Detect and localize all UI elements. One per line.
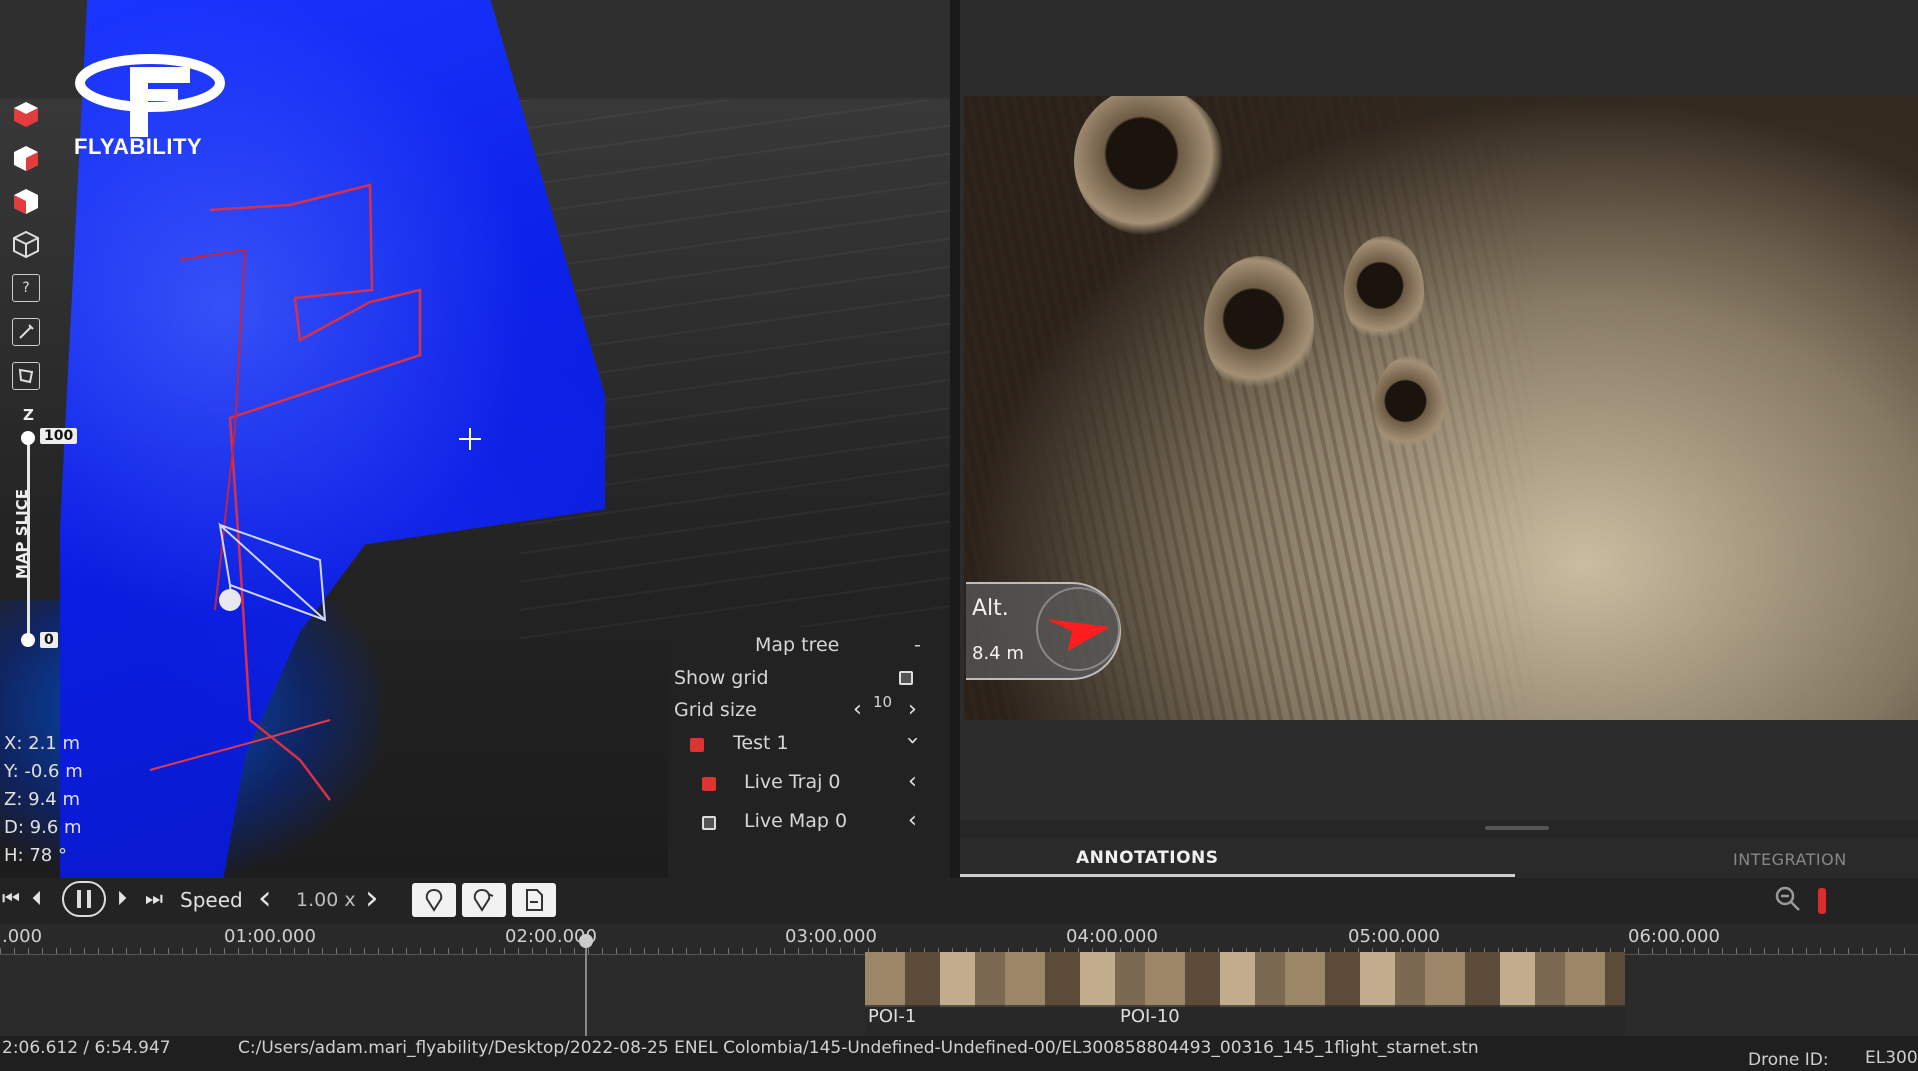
coord-y: Y: -0.6 m bbox=[4, 761, 83, 782]
map-3d-viewport[interactable]: FLYABILITY ? Z 100 0 MAP SLICE X: 2.1 m … bbox=[0, 0, 950, 878]
map-slice-bottom-handle[interactable] bbox=[21, 633, 35, 647]
coord-x: X: 2.1 m bbox=[4, 733, 80, 754]
altitude-label: Alt. bbox=[972, 596, 1009, 621]
playhead-line[interactable] bbox=[585, 936, 587, 1036]
show-grid-row: Show grid bbox=[668, 667, 950, 697]
coord-z: Z: 9.4 m bbox=[4, 789, 80, 810]
altitude-value: 8.4 m bbox=[972, 643, 1024, 664]
map-slice-label: MAP SLICE bbox=[13, 489, 31, 579]
video-thumbnail-strip[interactable] bbox=[865, 952, 1625, 1007]
tick-label-0: .000 bbox=[2, 926, 43, 947]
map-tree-collapse-button[interactable]: - bbox=[914, 634, 921, 656]
map-slice-bottom-value[interactable]: 0 bbox=[40, 632, 58, 648]
tab-annotations[interactable]: ANNOTATIONS bbox=[1076, 848, 1219, 868]
map-tree-title: Map tree bbox=[755, 634, 840, 656]
camera-feature bbox=[1204, 256, 1314, 396]
skip-to-end-icon[interactable]: ⏭ bbox=[145, 886, 163, 910]
grid-size-value: 10 bbox=[873, 693, 893, 711]
poi-track bbox=[865, 1005, 1625, 1035]
step-back-icon[interactable]: ⏴ bbox=[32, 886, 42, 910]
tab-integration[interactable]: INTEGRATION bbox=[1733, 850, 1847, 869]
coord-h: H: 78 ° bbox=[4, 845, 67, 866]
step-forward-icon[interactable]: ⏵ bbox=[117, 886, 127, 910]
logo-text: FLYABILITY bbox=[74, 134, 203, 159]
tree-item-label: Live Map 0 bbox=[744, 810, 848, 832]
speed-label: Speed bbox=[180, 888, 243, 912]
tree-item-visibility-checkbox[interactable] bbox=[702, 816, 716, 830]
pause-button[interactable] bbox=[62, 881, 106, 922]
area-measure-icon[interactable] bbox=[10, 360, 42, 392]
speed-value: 1.00 x bbox=[296, 889, 356, 911]
map-tree-panel: Map tree - Show grid Grid size ‹ 10 › Te… bbox=[668, 627, 950, 878]
grid-size-decrease-icon[interactable]: ‹ bbox=[853, 697, 862, 722]
playhead-handle[interactable] bbox=[579, 934, 593, 948]
view-cube-front-icon[interactable] bbox=[10, 98, 42, 130]
map-slice-top-value[interactable]: 100 bbox=[40, 428, 78, 444]
view-cube-iso-icon[interactable] bbox=[10, 228, 42, 260]
tree-item-label: Test 1 bbox=[733, 732, 789, 754]
chevron-down-icon[interactable]: › bbox=[900, 736, 925, 745]
playback-bar bbox=[0, 878, 1918, 924]
tick-label-1: 01:00.000 bbox=[224, 926, 316, 947]
tree-item-label: Live Traj 0 bbox=[744, 771, 841, 793]
time-readout: 2:06.612 / 6:54.947 bbox=[2, 1038, 171, 1058]
drone-id-label: Drone ID: bbox=[1748, 1050, 1829, 1070]
tree-item-color-swatch[interactable] bbox=[702, 777, 716, 791]
file-path: C:/Users/adam.mari_flyability/Desktop/20… bbox=[238, 1038, 1479, 1058]
add-multi-poi-icon[interactable] bbox=[462, 883, 506, 917]
skip-to-start-icon[interactable]: ⏮ bbox=[2, 886, 20, 910]
compass-icon bbox=[1036, 587, 1120, 671]
drone-id-value: EL300 bbox=[1865, 1048, 1918, 1068]
slice-axis-label: Z bbox=[23, 406, 34, 424]
chevron-left-icon[interactable]: ‹ bbox=[908, 808, 917, 833]
tree-item-live-map[interactable]: Live Map 0 ‹ bbox=[668, 808, 950, 840]
camera-feature bbox=[1344, 236, 1424, 346]
add-poi-icon[interactable] bbox=[412, 883, 456, 917]
show-grid-label: Show grid bbox=[674, 667, 769, 689]
map-tree-header[interactable]: Map tree - bbox=[668, 634, 950, 664]
view-cube-side-icon[interactable] bbox=[10, 142, 42, 174]
camera-feature bbox=[1374, 356, 1444, 456]
speed-decrease-icon[interactable]: ‹ bbox=[258, 878, 272, 918]
measure-pencil-icon[interactable] bbox=[10, 316, 42, 348]
map-slice-top-handle[interactable] bbox=[21, 431, 35, 445]
tick-label-4: 04:00.000 bbox=[1066, 926, 1158, 947]
tick-label-5: 05:00.000 bbox=[1348, 926, 1440, 947]
show-grid-checkbox[interactable] bbox=[899, 671, 913, 685]
zoom-out-icon[interactable] bbox=[1774, 885, 1802, 919]
coordinate-readout: X: 2.1 m Y: -0.6 m Z: 9.4 m D: 9.6 m H: … bbox=[4, 730, 83, 870]
poi-marker-10[interactable]: POI-10 bbox=[1120, 1006, 1180, 1027]
tree-item-test-1[interactable]: Test 1 › bbox=[668, 732, 950, 762]
active-tab-indicator bbox=[960, 874, 1515, 877]
grid-size-increase-icon[interactable]: › bbox=[908, 697, 917, 722]
grid-size-row: Grid size ‹ 10 › bbox=[668, 693, 950, 729]
panel-splitter[interactable] bbox=[950, 0, 960, 878]
panel-resize-handle[interactable] bbox=[1485, 826, 1549, 830]
grid-size-label: Grid size bbox=[674, 699, 757, 721]
tree-item-color-swatch[interactable] bbox=[690, 738, 704, 752]
speed-increase-icon[interactable]: › bbox=[365, 878, 379, 918]
tick-label-3: 03:00.000 bbox=[785, 926, 877, 947]
poi-marker-1[interactable]: POI-1 bbox=[868, 1006, 916, 1027]
add-document-icon[interactable] bbox=[512, 883, 556, 917]
tree-item-live-traj[interactable]: Live Traj 0 ‹ bbox=[668, 769, 950, 801]
zoom-slider-handle[interactable] bbox=[1818, 888, 1826, 914]
tick-label-6: 06:00.000 bbox=[1628, 926, 1720, 947]
chevron-left-icon[interactable]: ‹ bbox=[908, 769, 917, 794]
coord-d: D: 9.6 m bbox=[4, 817, 82, 838]
view-cube-top-icon[interactable] bbox=[10, 185, 42, 217]
help-icon[interactable]: ? bbox=[10, 272, 42, 304]
